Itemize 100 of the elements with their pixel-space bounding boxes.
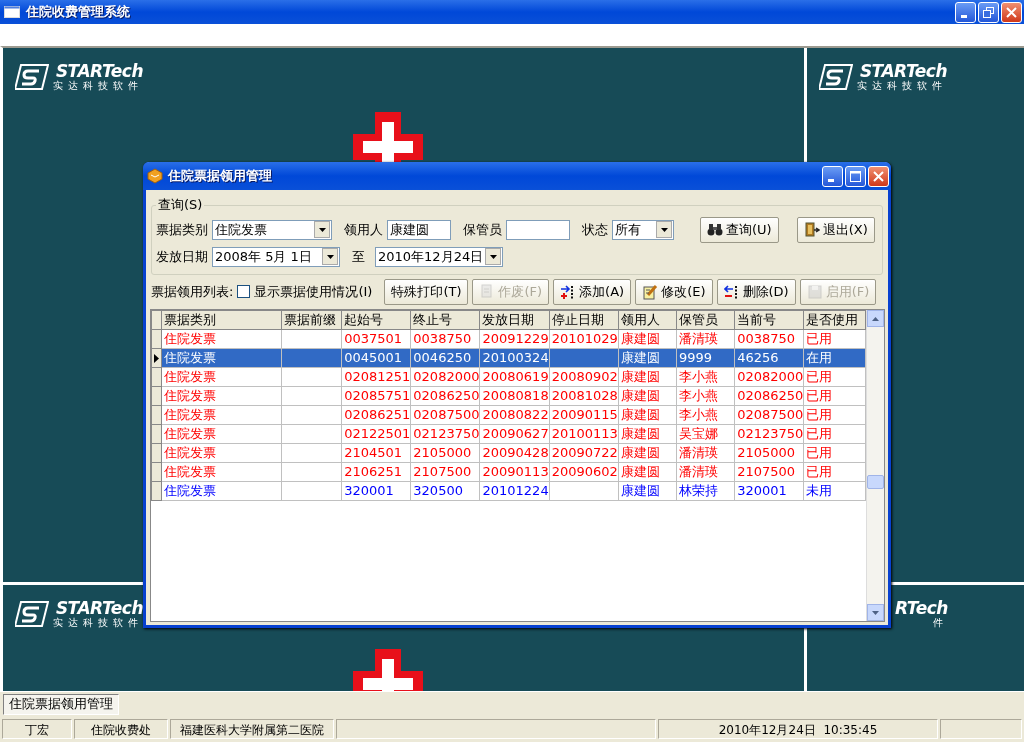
table-cell: 住院发票 <box>161 405 282 425</box>
table-cell: 20090602 <box>549 462 619 482</box>
table-cell: 0037501 <box>341 329 411 349</box>
table-cell: 吴宝娜 <box>676 424 735 444</box>
field-label: 至 <box>352 247 365 266</box>
restore-icon <box>983 6 994 18</box>
toolbar-button[interactable]: 特殊打印(T) <box>384 278 469 305</box>
table-cell: 20101224 <box>480 481 550 501</box>
table-cell: 20081028 <box>549 386 619 406</box>
table-cell: 02123750 <box>410 424 480 444</box>
scroll-thumb[interactable] <box>867 475 884 489</box>
table-cell: 320500 <box>410 481 480 501</box>
minimize-button[interactable] <box>822 165 843 187</box>
table-cell: 住院发票 <box>161 386 282 406</box>
status-panel: 2010年12月24日 10:35:45 <box>658 719 938 739</box>
binoculars-icon <box>707 221 723 238</box>
field-label: 状态 <box>582 220 608 239</box>
logo-text: STARTech <box>55 62 143 80</box>
table-cell: 已用 <box>803 424 866 444</box>
table-cell: 20090722 <box>549 443 619 463</box>
table-cell: 已用 <box>803 462 866 482</box>
table-cell: 02082000 <box>410 367 480 387</box>
date-picker[interactable]: 2008年 5月 1日 <box>212 246 340 267</box>
dropdown[interactable]: 所有 <box>612 219 674 240</box>
table-cell: 0038750 <box>410 329 480 349</box>
restore-button[interactable] <box>978 1 999 23</box>
table-cell: 02085751 <box>341 386 411 406</box>
table-cell: 20080902 <box>549 367 619 387</box>
table-cell: 住院发票 <box>161 329 282 349</box>
field-label: 保管员 <box>463 220 502 239</box>
table-cell: 住院发票 <box>161 443 282 463</box>
table-cell: 20090115 <box>549 405 619 425</box>
window-tab[interactable]: 住院票据领用管理 <box>3 693 119 715</box>
table-cell: 林荣持 <box>676 481 735 501</box>
logo-subtitle: 实达科技软件 <box>53 617 143 628</box>
table-cell: 20080818 <box>480 386 550 406</box>
table-cell: 已用 <box>803 367 866 387</box>
minimize-icon <box>828 178 834 182</box>
table-cell: 20101029 <box>549 329 619 349</box>
table-cell: 02086250 <box>410 386 480 406</box>
door-exit-icon <box>803 221 820 238</box>
field-label: 领用人 <box>344 220 383 239</box>
close-button[interactable] <box>1001 1 1022 23</box>
pencil-document-icon <box>642 283 659 300</box>
field-label: 票据类别 <box>156 220 208 239</box>
table-cell: 20090113 <box>480 462 550 482</box>
table-cell: 康建圆 <box>618 386 677 406</box>
logo-emblem-icon <box>15 62 49 91</box>
scroll-down-arrow-icon <box>872 610 879 615</box>
column-header[interactable]: 票据类别 <box>161 310 282 330</box>
close-button[interactable] <box>868 165 889 187</box>
vertical-scrollbar[interactable] <box>866 310 884 621</box>
table-cell: 潘清瑛 <box>676 329 735 349</box>
table-cell: 02086250 <box>734 386 804 406</box>
maximize-button[interactable] <box>845 165 866 187</box>
toolbar-button[interactable]: 添加(A) <box>553 278 632 305</box>
table-cell: 住院发票 <box>161 462 282 482</box>
table-cell: 康建圆 <box>618 367 677 387</box>
column-header[interactable]: 票据前缀 <box>281 310 342 330</box>
text-field[interactable] <box>506 219 570 240</box>
close-icon <box>1006 6 1017 18</box>
toolbar-button[interactable]: 删除(D) <box>716 278 796 305</box>
column-header[interactable]: 停止日期 <box>549 310 619 330</box>
date-picker[interactable]: 2010年12月24日 <box>375 246 503 267</box>
dropdown-arrow-icon <box>660 227 668 232</box>
exit-button[interactable]: 退出(X) <box>796 216 875 243</box>
column-header[interactable]: 起始号 <box>341 310 411 330</box>
table-cell: 已用 <box>803 386 866 406</box>
column-header[interactable]: 终止号 <box>410 310 480 330</box>
table-cell: 康建圆 <box>618 405 677 425</box>
dropdown-arrow-icon <box>489 254 497 259</box>
table-cell: 20080822 <box>480 405 550 425</box>
column-header[interactable]: 保管员 <box>676 310 735 330</box>
column-header[interactable]: 领用人 <box>618 310 677 330</box>
minimize-icon <box>961 14 967 18</box>
field-label: 发放日期 <box>156 247 208 266</box>
minimize-button[interactable] <box>955 1 976 23</box>
table-cell: 李小燕 <box>676 367 735 387</box>
logo-text: RTech <box>895 599 948 617</box>
table-cell: 0038750 <box>734 329 804 349</box>
table-cell: 住院发票 <box>161 367 282 387</box>
column-header[interactable]: 当前号 <box>734 310 804 330</box>
dropdown[interactable]: 住院发票 <box>212 219 332 240</box>
logo-emblem-icon <box>819 62 853 91</box>
scroll-up-arrow-icon <box>872 316 879 321</box>
column-header[interactable]: 是否使用 <box>803 310 866 330</box>
logo-subtitle: 实达科技软件 <box>53 80 143 91</box>
table-cell: 2107500 <box>410 462 480 482</box>
dropdown-arrow-icon <box>318 227 326 232</box>
table-cell: 20080619 <box>480 367 550 387</box>
logo-text: STARTech <box>859 62 947 80</box>
app-icon <box>147 168 163 184</box>
table-cell: 潘清瑛 <box>676 443 735 463</box>
window-icon <box>4 6 20 18</box>
search-button[interactable]: 查询(U) <box>700 216 779 243</box>
toolbar-button[interactable]: 修改(E) <box>635 278 713 305</box>
window-title: 住院收费管理系统 <box>26 3 131 21</box>
checkbox[interactable] <box>237 285 251 298</box>
column-header[interactable]: 发放日期 <box>480 310 550 330</box>
text-field[interactable]: 康建圆 <box>387 219 451 240</box>
